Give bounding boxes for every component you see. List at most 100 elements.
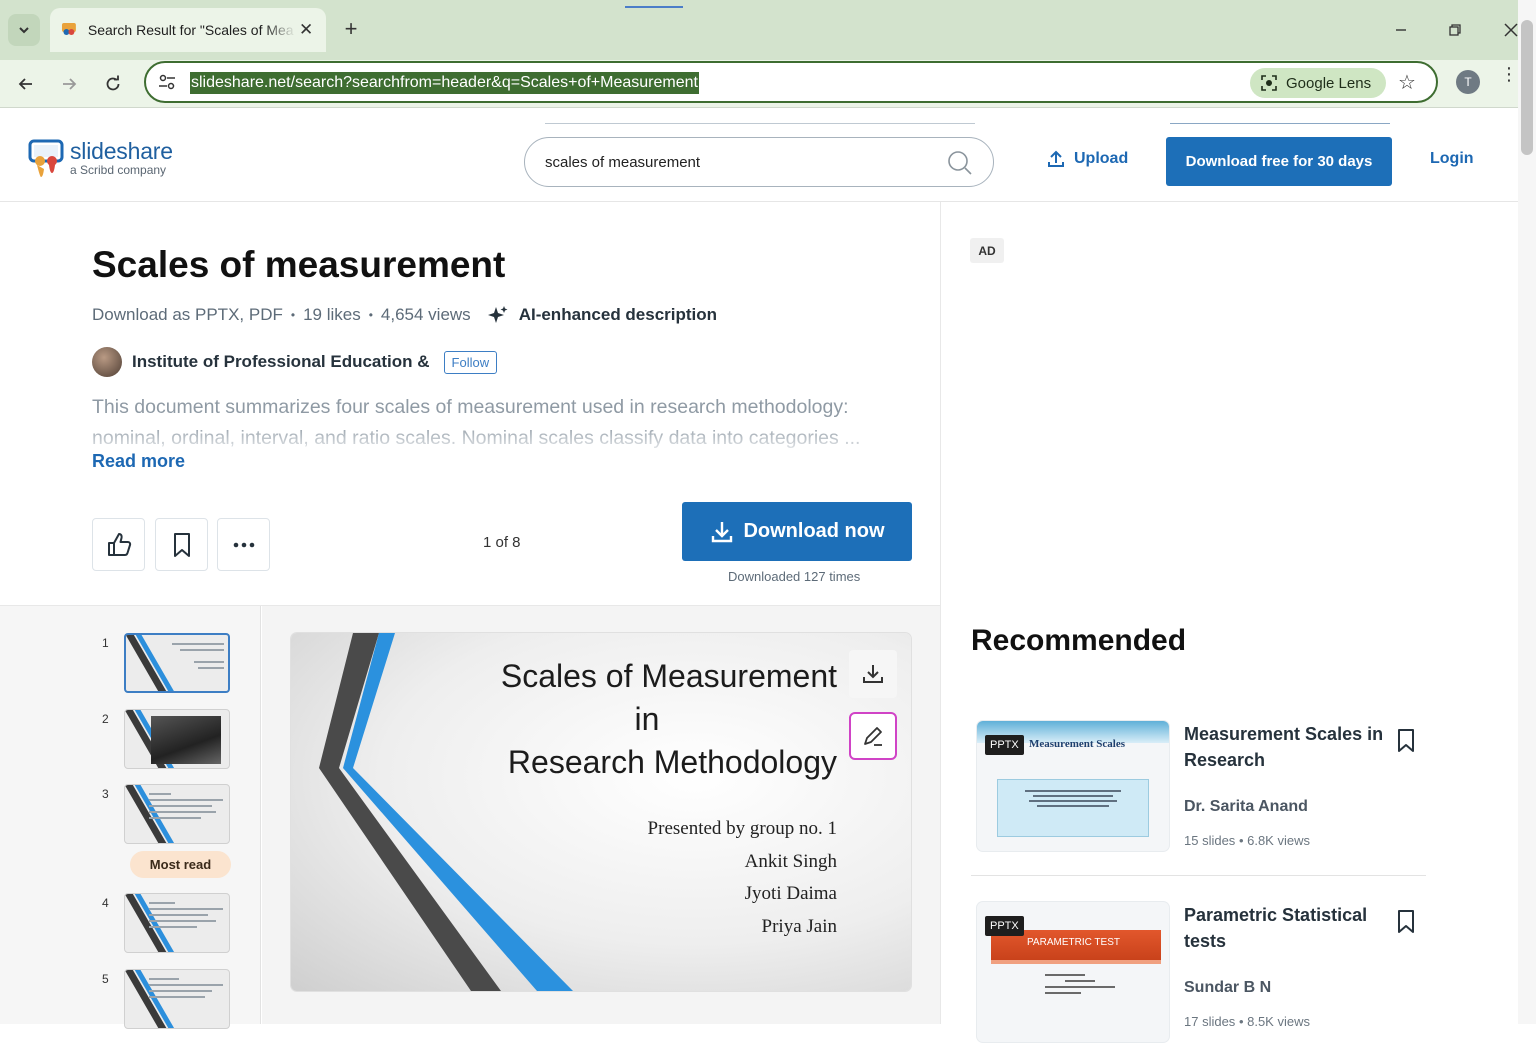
scrollbar-thumb[interactable] <box>1521 20 1533 155</box>
browser-tab-active[interactable]: Search Result for "Scales of Mea ✕ <box>50 8 326 52</box>
follow-button[interactable]: Follow <box>443 350 498 374</box>
upload-button[interactable]: Upload <box>1046 149 1128 169</box>
search-icon[interactable] <box>947 150 973 176</box>
thumbnail-number: 2 <box>102 712 109 726</box>
minimize-icon[interactable] <box>1384 14 1418 46</box>
slide-count: 17 slides <box>1184 1014 1236 1029</box>
lens-icon <box>1261 75 1277 91</box>
logo-subtitle: a Scribd company <box>70 163 167 177</box>
ad-badge: AD <box>970 238 1004 263</box>
thumbnail-number: 3 <box>102 787 109 801</box>
read-more-link[interactable]: Read more <box>92 451 185 472</box>
view-count: 6.8K views <box>1247 833 1310 848</box>
slide-count: 15 slides <box>1184 833 1236 848</box>
tab-strip-indicator <box>625 6 683 8</box>
ai-description-label: AI-enhanced description <box>518 305 718 324</box>
slide-thumbnail-3[interactable] <box>124 784 230 844</box>
recommended-author[interactable]: Sundar B N <box>1184 979 1271 997</box>
slide-thumbnail-panel: 1 2 3 Most read 4 5 <box>0 606 261 1029</box>
upload-icon <box>1048 150 1064 167</box>
author-avatar[interactable] <box>92 347 122 377</box>
restore-icon[interactable] <box>1438 14 1472 46</box>
recommended-thumbnail[interactable]: PPTX PARAMETRIC TEST <box>977 902 1169 1042</box>
slide-title: Scales of Measurement in Research Method… <box>417 655 837 784</box>
bookmark-icon[interactable] <box>1395 727 1417 755</box>
recommended-title[interactable]: Parametric Statistical tests <box>1184 902 1384 954</box>
slide-thumbnail-5[interactable] <box>124 969 230 1029</box>
recommended-stats: 15 slides • 6.8K views <box>1184 833 1310 848</box>
browser-toolbar: slideshare.net/search?searchfrom=header&… <box>0 60 1536 108</box>
forward-arrow-icon[interactable] <box>53 68 85 100</box>
login-link[interactable]: Login <box>1430 150 1474 168</box>
pptx-badge: PPTX <box>985 916 1024 936</box>
recommended-author[interactable]: Dr. Sarita Anand <box>1184 798 1308 816</box>
downloaded-count: Downloaded 127 times <box>728 569 861 584</box>
slide-edit-button[interactable] <box>849 712 897 760</box>
browser-tab-strip: Search Result for "Scales of Mea ✕ + <box>0 0 1536 60</box>
recommended-card[interactable]: PPTX PARAMETRIC TEST Parametric Statisti… <box>971 902 1426 1062</box>
likes-count: 19 likes <box>303 305 361 324</box>
recommended-card[interactable]: PPTX Measurement Scales Measurement Scal… <box>971 721 1426 881</box>
recommended-stats: 17 slides • 8.5K views <box>1184 1014 1310 1029</box>
url-text[interactable]: slideshare.net/search?searchfrom=header&… <box>190 72 699 94</box>
slideshare-favicon-icon <box>61 23 76 35</box>
pptx-badge: PPTX <box>985 735 1024 755</box>
save-button[interactable] <box>155 518 208 571</box>
download-free-top-divider <box>1170 123 1390 124</box>
more-options-button[interactable] <box>217 518 270 571</box>
presented-by: Presented by group no. 1 <box>647 818 837 839</box>
document-meta: Download as PPTX, PDF • 19 likes • 4,654… <box>92 304 717 326</box>
site-header: slideshare a Scribd company scales of me… <box>0 109 1518 202</box>
address-bar[interactable]: slideshare.net/search?searchfrom=header&… <box>144 61 1438 103</box>
search-query-text[interactable]: scales of measurement <box>545 154 700 171</box>
recommended-title[interactable]: Measurement Scales in Research <box>1184 721 1384 773</box>
slide-thumbnail-1[interactable] <box>124 633 230 693</box>
slide-thumbnail-4[interactable] <box>124 893 230 953</box>
chevron-down-icon <box>19 27 29 34</box>
page-indicator: 1 of 8 <box>483 534 521 551</box>
slide-title-line: in <box>634 701 660 737</box>
download-now-button[interactable]: Download now <box>682 502 912 561</box>
tab-title: Search Result for "Scales of Mea <box>87 22 294 38</box>
google-lens-chip[interactable]: Google Lens <box>1250 68 1386 98</box>
recommended-thumbnail[interactable]: PPTX Measurement Scales <box>977 721 1169 851</box>
thumbnail-number: 4 <box>102 896 109 910</box>
logo-wordmark: slideshare <box>70 138 173 164</box>
view-count: 8.5K views <box>1247 1014 1310 1029</box>
stats-separator: • <box>1238 1014 1248 1029</box>
slideshare-logo[interactable]: slideshare a Scribd company <box>28 139 173 179</box>
bookmark-icon[interactable] <box>1395 908 1417 936</box>
site-settings-icon[interactable] <box>158 74 176 90</box>
current-slide[interactable]: Scales of Measurement in Research Method… <box>291 633 911 991</box>
slide-thumbnail-2[interactable] <box>124 709 230 769</box>
back-arrow-icon[interactable] <box>10 68 42 100</box>
slide-title-line: Scales of Measurement <box>500 658 837 694</box>
thumbnail-heading: Measurement Scales <box>1029 738 1126 750</box>
slide-download-button[interactable] <box>849 650 897 698</box>
download-formats: Download as PPTX, PDF <box>92 305 283 324</box>
profile-avatar[interactable]: T <box>1456 70 1480 94</box>
bookmark-star-icon[interactable]: ☆ <box>1398 70 1416 95</box>
search-top-divider <box>545 123 975 124</box>
stats-separator: • <box>1238 833 1248 848</box>
upload-label: Upload <box>1074 150 1129 167</box>
tab-search-button[interactable] <box>8 14 40 46</box>
meta-separator: • <box>290 308 296 322</box>
like-button[interactable] <box>92 518 145 571</box>
thumbnail-heading: PARAMETRIC TEST <box>1027 937 1120 948</box>
reload-icon[interactable] <box>97 68 129 100</box>
presenter-name: Jyoti Daima <box>744 883 837 904</box>
author-name[interactable]: Institute of Professional Education & <box>132 352 430 372</box>
recommended-divider <box>971 875 1426 876</box>
edit-pen-icon <box>864 727 882 746</box>
new-tab-plus-icon[interactable]: + <box>338 16 364 42</box>
site-search-input[interactable]: scales of measurement <box>524 137 994 187</box>
download-free-button[interactable]: Download free for 30 days <box>1166 137 1392 186</box>
thumbs-up-icon <box>107 532 131 556</box>
download-icon <box>863 665 883 683</box>
author-row: Institute of Professional Education & Fo… <box>92 347 498 377</box>
browser-menu-icon[interactable]: ⋮ <box>1500 65 1518 83</box>
lens-label: Google Lens <box>1286 74 1372 92</box>
tab-close-icon[interactable]: ✕ <box>296 20 316 40</box>
thumbnail-number: 5 <box>102 972 109 986</box>
